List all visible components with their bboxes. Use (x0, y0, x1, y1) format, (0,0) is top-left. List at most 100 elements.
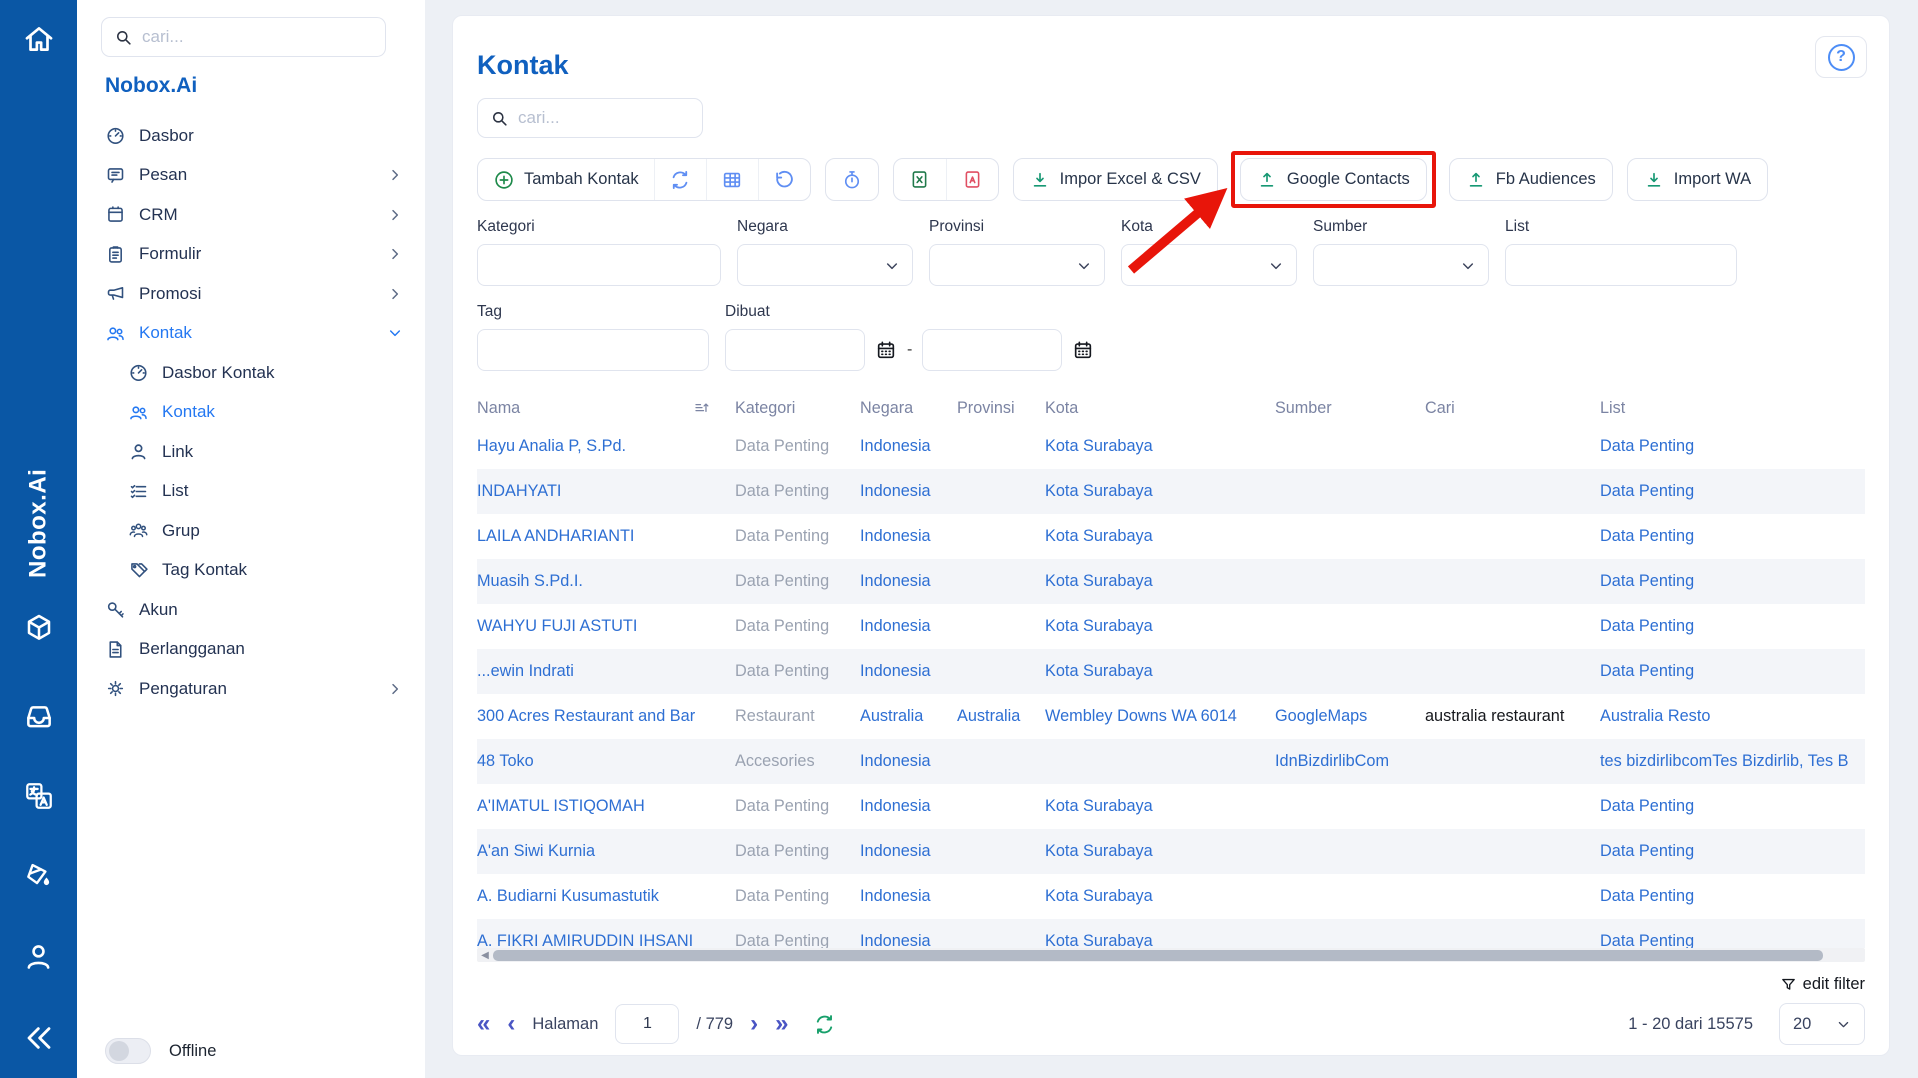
fb-audiences-button[interactable]: Fb Audiences (1449, 158, 1613, 201)
column-header-sumber[interactable]: Sumber (1275, 399, 1425, 418)
cell-nama[interactable]: A'an Siwi Kurnia (477, 842, 735, 861)
user-icon[interactable] (0, 940, 77, 973)
table-row[interactable]: INDAHYATI Data Penting Indonesia Kota Surab… (477, 469, 1865, 514)
sync-button[interactable] (654, 159, 706, 200)
contacts-search-input[interactable] (518, 108, 690, 128)
help-button[interactable]: ? (1815, 36, 1867, 78)
cell-negara[interactable]: Indonesia (860, 752, 957, 771)
cell-nama[interactable]: INDAHYATI (477, 482, 735, 501)
cell-list[interactable]: Data Penting (1600, 662, 1865, 681)
cell-negara[interactable]: Indonesia (860, 662, 957, 681)
cell-nama[interactable]: A'IMATUL ISTIQOMAH (477, 797, 735, 816)
contacts-search[interactable] (477, 98, 703, 138)
page-number-input[interactable] (615, 1004, 679, 1044)
sort-icon[interactable] (693, 399, 711, 417)
sidebar-item-kontak[interactable]: Kontak (77, 314, 425, 354)
cell-kota[interactable]: Kota Surabaya (1045, 662, 1275, 681)
first-page-button[interactable]: « (477, 1012, 490, 1036)
cell-list[interactable]: Data Penting (1600, 572, 1865, 591)
sidebar-item-list[interactable]: List (77, 472, 425, 512)
cell-kota[interactable]: Kota Surabaya (1045, 617, 1275, 636)
sidebar-item-pengaturan[interactable]: Pengaturan (77, 669, 425, 709)
table-row[interactable]: ...ewin IndratiData PentingIndonesiaKota… (477, 649, 1865, 694)
sidebar-search[interactable] (101, 17, 386, 57)
cell-negara[interactable]: Indonesia (860, 932, 957, 948)
provinsi-select[interactable] (929, 244, 1105, 286)
edit-filter-button[interactable]: edit filter (477, 975, 1865, 994)
cell-negara[interactable]: Indonesia (860, 797, 957, 816)
cell-kota[interactable]: Kota Surabaya (1045, 887, 1275, 906)
page-size-select[interactable]: 20 (1779, 1003, 1865, 1045)
sidebar-item-link[interactable]: Link (77, 432, 425, 472)
tambah-kontak-button[interactable]: Tambah Kontak (478, 159, 654, 200)
import-wa-button[interactable]: Import WA (1627, 158, 1768, 201)
cell-kota[interactable]: Kota Surabaya (1045, 527, 1275, 546)
next-page-button[interactable]: › (750, 1012, 758, 1036)
cell-negara[interactable]: Indonesia (860, 527, 957, 546)
cell-sumber[interactable]: IdnBizdirlibCom (1275, 752, 1425, 771)
table-row[interactable]: 48 TokoAccesoriesIndonesiaIdnBizdirlibCo… (477, 739, 1865, 784)
kategori-input[interactable] (477, 244, 721, 286)
cell-nama[interactable]: Muasih S.Pd.I. (477, 572, 735, 591)
horizontal-scrollbar[interactable]: ◀ (477, 948, 1865, 962)
home-icon[interactable] (0, 22, 77, 56)
undo-button[interactable] (758, 159, 810, 200)
kota-select[interactable] (1121, 244, 1297, 286)
cell-kota[interactable]: Kota Surabaya (1045, 797, 1275, 816)
translate-icon[interactable] (0, 780, 77, 812)
table-row[interactable]: A'IMATUL ISTIQOMAH Data Penting Indonesia K… (477, 784, 1865, 829)
cell-list[interactable]: Data Penting (1600, 797, 1865, 816)
tag-input[interactable] (477, 329, 709, 371)
sidebar-item-tag-kontak[interactable]: Tag Kontak (77, 551, 425, 591)
cell-list[interactable]: Data Penting (1600, 482, 1865, 501)
sidebar-item-akun[interactable]: Akun (77, 590, 425, 630)
column-header-nama[interactable]: Nama (477, 399, 735, 418)
table-row[interactable]: A'an Siwi KurniaData PentingIndonesiaKot… (477, 829, 1865, 874)
cell-negara[interactable]: Indonesia (860, 482, 957, 501)
cell-nama[interactable]: LAILA ANDHARIANTI (477, 527, 735, 546)
sumber-select[interactable] (1313, 244, 1489, 286)
stopwatch-button[interactable] (826, 159, 878, 200)
sidebar-item-promosi[interactable]: Promosi (77, 274, 425, 314)
cell-nama[interactable]: 300 Acres Restaurant and Bar (477, 707, 735, 726)
column-header-list[interactable]: List (1600, 399, 1867, 418)
date-to-input[interactable] (922, 329, 1062, 371)
calendar-icon[interactable] (875, 339, 897, 361)
table-row[interactable]: A. FIKRI AMIRUDDIN IHSANIData PentingInd… (477, 919, 1865, 948)
cell-list[interactable]: Data Penting (1600, 617, 1865, 636)
date-from-input[interactable] (725, 329, 865, 371)
refresh-icon[interactable] (813, 1013, 836, 1036)
cell-negara[interactable]: Australia (860, 707, 957, 726)
excel-file-button[interactable] (894, 159, 946, 200)
cell-nama[interactable]: 48 Toko (477, 752, 735, 771)
cell-kota[interactable]: Kota Surabaya (1045, 842, 1275, 861)
column-header-negara[interactable]: Negara (860, 399, 957, 418)
table-row[interactable]: LAILA ANDHARIANTI Data Penting Indonesia Ko… (477, 514, 1865, 559)
negara-select[interactable] (737, 244, 913, 286)
paint-bucket-icon[interactable] (0, 860, 77, 892)
cell-sumber[interactable]: GoogleMaps (1275, 707, 1425, 726)
column-header-provinsi[interactable]: Provinsi (957, 399, 1045, 418)
sidebar-item-formulir[interactable]: Formulir (77, 235, 425, 275)
list-input[interactable] (1505, 244, 1737, 286)
cell-list[interactable]: Data Penting (1600, 887, 1865, 906)
sidebar-item-crm[interactable]: CRM (77, 195, 425, 235)
cube-icon[interactable] (0, 612, 77, 644)
chevron-right-icon[interactable] (387, 246, 403, 262)
cell-kota[interactable]: Kota Surabaya (1045, 482, 1275, 501)
cell-nama[interactable]: Hayu Analia P, S.Pd. (477, 437, 735, 456)
cell-list[interactable]: tes bizdirlibcomTes Bizdirlib, Tes B (1600, 752, 1865, 771)
cell-list[interactable]: Data Penting (1600, 437, 1865, 456)
sidebar-item-dasbor-kontak[interactable]: Dasbor Kontak (77, 353, 425, 393)
chevron-right-icon[interactable] (387, 286, 403, 302)
cell-negara[interactable]: Indonesia (860, 617, 957, 636)
sidebar-search-input[interactable] (142, 27, 373, 47)
sidebar-item-berlangganan[interactable]: Berlangganan (77, 630, 425, 670)
cell-negara[interactable]: Indonesia (860, 842, 957, 861)
cell-list[interactable]: Data Penting (1600, 527, 1865, 546)
cell-kota[interactable]: Kota Surabaya (1045, 437, 1275, 456)
cell-nama[interactable]: WAHYU FUJI ASTUTI (477, 617, 735, 636)
scroll-left-arrow[interactable]: ◀ (477, 950, 493, 961)
cell-list[interactable]: Data Penting (1600, 932, 1865, 948)
table-row[interactable]: A. Budiarni KusumastutikData PentingIndo… (477, 874, 1865, 919)
